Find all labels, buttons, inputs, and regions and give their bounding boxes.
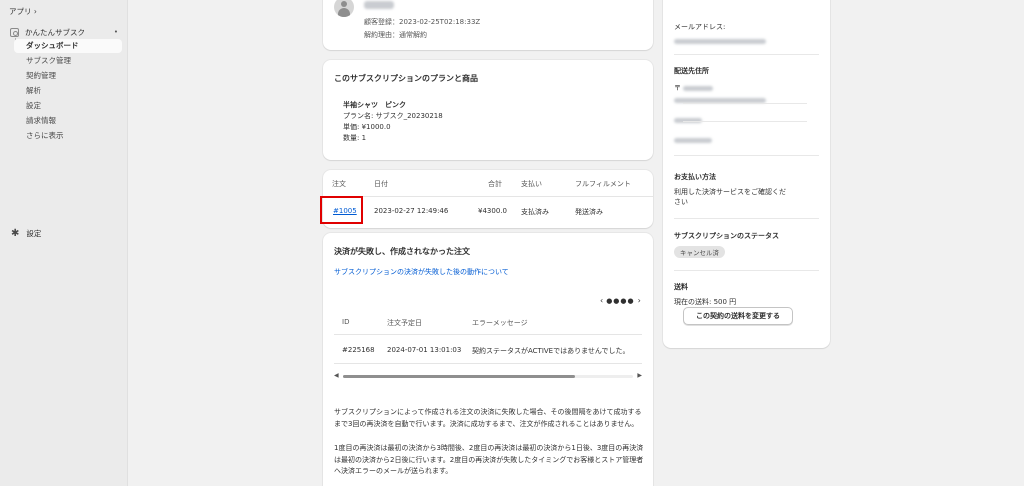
customer-name-redacted bbox=[364, 0, 394, 9]
failed-description-2: 1度目の再決済は最初の決済から3時間後、2度目の再決済は最初の決済から1日後、3… bbox=[334, 444, 644, 475]
orders-card: 注文 日付 合計 支払い フルフィルメント #1005 2023-02-27 1… bbox=[323, 170, 653, 228]
failed-orders-title: 決済が失敗し、作成されなかった注文 bbox=[334, 247, 470, 256]
email-redacted bbox=[674, 37, 824, 45]
apps-link[interactable]: アプリ › bbox=[9, 6, 37, 17]
unit-price: 単価: ¥1000.0 bbox=[343, 123, 391, 131]
shipping-fee-section: 送料 現在の送料: 500 円 bbox=[674, 282, 824, 307]
quantity: 数量: 1 bbox=[343, 134, 367, 142]
col-order: 注文 bbox=[332, 180, 346, 188]
scroll-right-icon[interactable]: ▶ bbox=[637, 372, 642, 380]
col-id: ID bbox=[342, 318, 350, 326]
order-fulfillment: 発送済み bbox=[575, 208, 603, 216]
gear-icon: ✱ bbox=[11, 227, 20, 239]
scroll-left-icon[interactable]: ◀ bbox=[334, 372, 339, 380]
sidebar-item-analytics[interactable]: 解析 bbox=[26, 85, 71, 100]
shipping-phone-redacted bbox=[674, 136, 824, 144]
status-badge-wrap: キャンセル済 bbox=[674, 246, 824, 258]
sidebar-item-dashboard[interactable]: ダッシュボード bbox=[14, 39, 122, 53]
app-nav-item[interactable]: かんたんサブスク • bbox=[10, 26, 122, 38]
sidebar-item-billing[interactable]: 請求情報 bbox=[26, 115, 71, 130]
divider bbox=[334, 363, 642, 364]
col-error-message: エラーメッセージ bbox=[472, 319, 528, 327]
status-badge: キャンセル済 bbox=[674, 246, 725, 258]
shipping-address-section: 配送先住所 〒 bbox=[674, 66, 824, 144]
settings-nav-item[interactable]: ✱ 設定 bbox=[11, 228, 41, 239]
app-icon bbox=[10, 27, 19, 37]
divider bbox=[674, 54, 819, 55]
plan-product: 半袖シャツ ピンク プラン名: サブスク_20230218 単価: ¥1000.… bbox=[343, 100, 443, 144]
payment-method-text: 利用した決済サービスをご確認ください bbox=[674, 188, 786, 206]
col-payment: 支払い bbox=[521, 180, 542, 188]
payment-method-title: お支払い方法 bbox=[674, 173, 716, 181]
highlight-annotation-box bbox=[320, 196, 363, 224]
failed-id: #225168 bbox=[342, 346, 375, 354]
shipping-name-redacted bbox=[674, 116, 824, 124]
scrollbar-thumb[interactable] bbox=[343, 375, 575, 378]
order-total: ¥4300.0 bbox=[478, 207, 507, 215]
order-date: 2023-02-27 12:49:46 bbox=[374, 207, 449, 215]
divider bbox=[334, 334, 642, 335]
email-section: メールアドレス: bbox=[674, 22, 824, 45]
failed-orders-card: 決済が失敗し、作成されなかった注文 サブスクリプションの決済が失敗した後の動作に… bbox=[323, 233, 653, 486]
sidebar: アプリ › かんたんサブスク • ダッシュボード サブスク管理 契約管理 解析 … bbox=[0, 0, 128, 486]
change-shipping-fee-button[interactable]: この契約の送料を変更する bbox=[683, 307, 793, 325]
shipping-fee-current: 現在の送料: 500 円 bbox=[674, 298, 737, 306]
customer-registered: 顧客登録：2023-02-25T02:18:33Z bbox=[364, 18, 481, 26]
failed-description-1: サブスクリプションによって作成される注文の決済に失敗した場合、その後間隔をあけて… bbox=[334, 408, 642, 428]
col-date: 日付 bbox=[374, 180, 388, 188]
zip-mark: 〒 bbox=[674, 84, 681, 92]
divider bbox=[683, 121, 807, 122]
divider bbox=[674, 155, 819, 156]
page-dots: ●●●● bbox=[606, 296, 635, 305]
col-fulfillment: フルフィルメント bbox=[575, 180, 631, 188]
chevron-right-icon[interactable]: › bbox=[638, 296, 641, 305]
col-total: 合計 bbox=[488, 180, 502, 188]
shipping-zip: 〒 bbox=[674, 83, 824, 93]
plan-card: このサブスクリプションのプランと商品 半袖シャツ ピンク プラン名: サブスク_… bbox=[323, 60, 653, 160]
app-name: かんたんサブスク bbox=[25, 27, 85, 37]
divider bbox=[674, 270, 819, 271]
divider bbox=[323, 196, 653, 197]
plan-card-title: このサブスクリプションのプランと商品 bbox=[334, 74, 478, 83]
plan-name: プラン名: サブスク_20230218 bbox=[343, 112, 443, 120]
order-payment: 支払済み bbox=[521, 208, 549, 216]
shipping-address-title: 配送先住所 bbox=[674, 67, 709, 75]
customer-info-card: メールアドレス: 配送先住所 〒 お支払い方法 利用した決済サービスをご確認くだ… bbox=[663, 0, 830, 348]
pagination: ‹ ●●●● › bbox=[600, 296, 641, 305]
product-name: 半袖シャツ ピンク bbox=[343, 101, 406, 109]
chevron-left-icon[interactable]: ‹ bbox=[600, 296, 603, 305]
email-label: メールアドレス: bbox=[674, 23, 726, 31]
divider bbox=[674, 218, 819, 219]
app-dot-indicator: • bbox=[113, 28, 118, 36]
customer-card: 顧客登録：2023-02-25T02:18:33Z 解約理由：通常解約 bbox=[323, 0, 653, 50]
status-section: サブスクリプションのステータス キャンセル済 bbox=[674, 231, 824, 258]
avatar bbox=[334, 0, 354, 17]
shipping-fee-title: 送料 bbox=[674, 283, 688, 291]
col-scheduled-date: 注文予定日 bbox=[387, 319, 422, 327]
settings-label: 設定 bbox=[26, 229, 42, 238]
sidebar-item-settings[interactable]: 設定 bbox=[26, 100, 71, 115]
failed-date: 2024-07-01 13:01:03 bbox=[387, 346, 462, 354]
sidebar-list: サブスク管理 契約管理 解析 設定 請求情報 さらに表示 bbox=[26, 55, 71, 145]
horizontal-scrollbar[interactable]: ◀ ▶ bbox=[334, 372, 642, 380]
payment-method-section: お支払い方法 利用した決済サービスをご確認ください bbox=[674, 172, 824, 207]
sidebar-item-more[interactable]: さらに表示 bbox=[26, 130, 71, 145]
customer-cancel-reason: 解約理由：通常解約 bbox=[364, 31, 427, 39]
failed-payment-help-link[interactable]: サブスクリプションの決済が失敗した後の動作について bbox=[334, 267, 509, 277]
failed-error: 契約ステータスがACTIVEではありませんでした。 bbox=[472, 347, 630, 355]
sidebar-item-subscriptions[interactable]: サブスク管理 bbox=[26, 55, 71, 70]
sidebar-item-contracts[interactable]: 契約管理 bbox=[26, 70, 71, 85]
subscription-status-title: サブスクリプションのステータス bbox=[674, 232, 779, 240]
divider bbox=[683, 103, 807, 104]
scrollbar-track[interactable] bbox=[343, 375, 633, 378]
